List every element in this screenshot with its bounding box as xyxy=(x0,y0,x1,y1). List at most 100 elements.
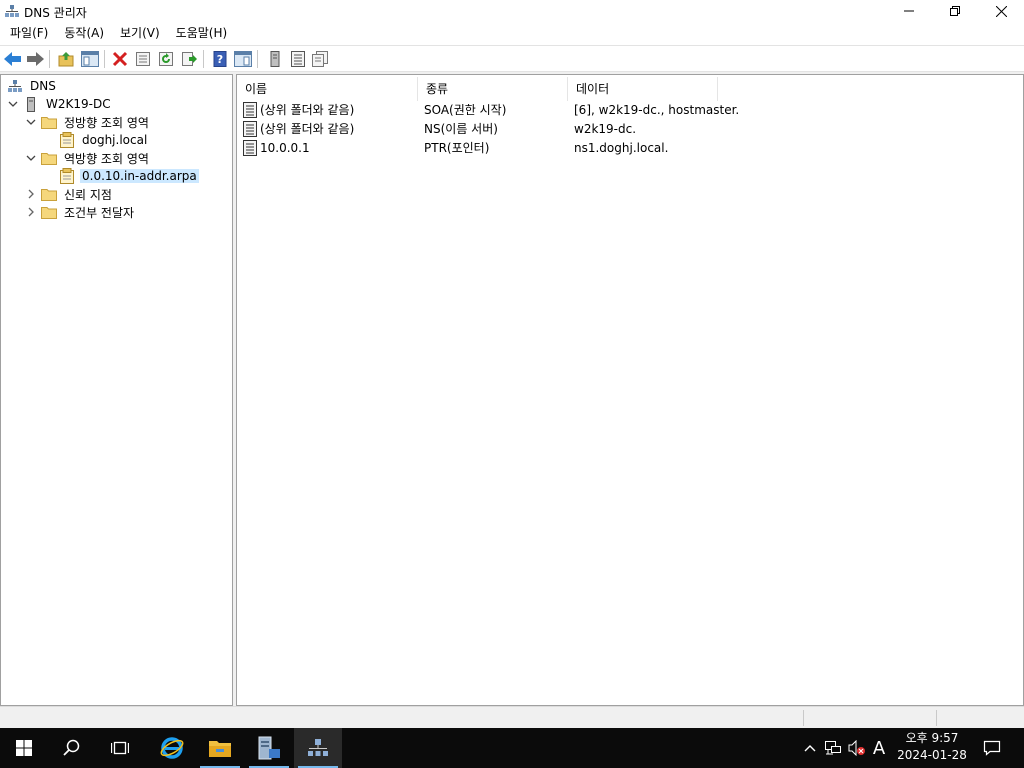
dns-icon xyxy=(7,78,23,94)
list-item[interactable]: (상위 폴더와 같음) SOA(권한 시작) [6], w2k19-dc., h… xyxy=(241,101,1021,120)
internet-explorer-button[interactable] xyxy=(148,728,196,768)
tree-item-zone-doghj-local[interactable]: doghj.local xyxy=(59,131,149,149)
show-hidden-icons-button[interactable] xyxy=(800,728,820,768)
task-view-icon xyxy=(111,741,129,755)
file-explorer-icon xyxy=(209,741,231,757)
tree-item-zone-reverse[interactable]: 0.0.10.in-addr.arpa xyxy=(59,167,199,185)
title-bar[interactable]: DNS 관리자 xyxy=(0,0,1024,22)
notification-icon xyxy=(983,740,1001,756)
minimize-icon xyxy=(904,10,914,12)
file-explorer-button[interactable] xyxy=(196,728,244,768)
start-button[interactable] xyxy=(0,728,48,768)
properties-icon xyxy=(136,52,150,66)
action-center-button[interactable] xyxy=(976,728,1008,768)
column-header-type[interactable]: 종류 xyxy=(418,77,568,101)
refresh-icon xyxy=(159,52,173,66)
internet-explorer-icon xyxy=(160,737,184,759)
menu-help[interactable]: 도움말(H) xyxy=(170,23,234,43)
status-separator xyxy=(803,710,804,726)
record-data: ns1.doghj.local. xyxy=(574,141,669,155)
status-bar xyxy=(0,706,1024,728)
back-button[interactable] xyxy=(3,50,23,68)
column-header-data[interactable]: 데이터 xyxy=(568,77,718,101)
server-button[interactable] xyxy=(265,50,285,68)
tree-item-label: DNS xyxy=(30,79,56,93)
taskbar: A 오후 9:57 2024-01-28 xyxy=(0,728,1024,768)
zone-records-icon xyxy=(291,51,305,67)
tree-item-conditional-forwarders[interactable]: 조건부 전달자 xyxy=(25,203,136,221)
minimize-button[interactable] xyxy=(886,0,932,22)
record-data: [6], w2k19-dc., hostmaster. xyxy=(574,103,740,117)
record-icon xyxy=(243,102,257,118)
chevron-down-icon[interactable] xyxy=(25,116,37,128)
show-hide-tree-icon xyxy=(81,51,99,67)
dns-manager-button[interactable] xyxy=(294,728,342,768)
menu-action[interactable]: 동작(A) xyxy=(58,23,110,43)
folder-icon xyxy=(41,186,57,202)
forward-icon xyxy=(27,52,44,66)
tree-item-label: W2K19-DC xyxy=(46,97,111,111)
network-button[interactable] xyxy=(822,728,844,768)
up-folder-button[interactable] xyxy=(56,50,76,68)
records-list-pane[interactable]: 이름 종류 데이터 (상위 폴더와 같음) SOA(권한 시작) [6], w2… xyxy=(236,74,1024,706)
tree-item-reverse-zones[interactable]: 역방향 조회 영역 xyxy=(25,149,151,167)
restore-icon xyxy=(950,6,960,16)
zone-icon xyxy=(59,132,75,148)
task-view-button[interactable] xyxy=(96,728,144,768)
record-name: (상위 폴더와 같음) xyxy=(260,103,355,117)
record-icon xyxy=(243,121,257,137)
menu-view[interactable]: 보기(V) xyxy=(114,23,166,43)
show-hide-action-pane-icon xyxy=(234,51,252,67)
volume-muted-icon xyxy=(848,740,865,756)
records-copy-button[interactable] xyxy=(310,50,330,68)
toolbar-separator xyxy=(104,50,105,68)
menu-bar: 파일(F) 동작(A) 보기(V) 도움말(H) xyxy=(0,22,1024,44)
chevron-down-icon[interactable] xyxy=(25,152,37,164)
tree-item-forward-zones[interactable]: 정방향 조회 영역 xyxy=(25,113,151,131)
clock[interactable]: 오후 9:57 2024-01-28 xyxy=(892,730,972,766)
folder-icon xyxy=(41,150,57,166)
list-item[interactable]: 10.0.0.1 PTR(포인터) ns1.doghj.local. xyxy=(241,139,1021,158)
clock-date: 2024-01-28 xyxy=(897,748,967,762)
chevron-down-icon[interactable] xyxy=(7,98,19,110)
tree-pane[interactable]: DNS W2K19-DC 정방향 조회 영역 doghj.local 역방향 조… xyxy=(0,74,233,706)
svg-text:?: ? xyxy=(217,53,223,66)
restore-button[interactable] xyxy=(932,0,978,22)
chevron-right-icon[interactable] xyxy=(25,188,37,200)
folder-icon xyxy=(41,114,57,130)
tree-item-dns[interactable]: DNS xyxy=(7,77,58,95)
properties-button[interactable] xyxy=(133,50,153,68)
toolbar-separator xyxy=(257,50,258,68)
close-button[interactable] xyxy=(978,0,1024,22)
show-hide-tree-button[interactable] xyxy=(80,50,100,68)
delete-icon xyxy=(112,51,128,67)
refresh-button[interactable] xyxy=(156,50,176,68)
volume-button[interactable] xyxy=(846,728,868,768)
tree-item-label: 신뢰 지점 xyxy=(64,187,112,202)
zone-records-button[interactable] xyxy=(288,50,308,68)
record-name: (상위 폴더와 같음) xyxy=(260,122,355,136)
forward-button[interactable] xyxy=(25,50,45,68)
help-icon: ? xyxy=(213,51,227,67)
export-list-button[interactable] xyxy=(179,50,199,68)
network-icon xyxy=(825,741,841,755)
column-header-name[interactable]: 이름 xyxy=(237,77,418,101)
server-manager-button[interactable] xyxy=(245,728,293,768)
list-item[interactable]: (상위 폴더와 같음) NS(이름 서버) w2k19-dc. xyxy=(241,120,1021,139)
search-button[interactable] xyxy=(48,728,96,768)
help-button[interactable]: ? xyxy=(210,50,230,68)
toolbar: ? xyxy=(0,45,1024,72)
menu-file[interactable]: 파일(F) xyxy=(4,23,54,43)
status-separator xyxy=(936,710,937,726)
clock-time: 오후 9:57 xyxy=(905,731,959,745)
close-icon xyxy=(995,5,1007,17)
input-method-indicator[interactable]: A xyxy=(868,728,890,768)
tree-item-label: 정방향 조회 영역 xyxy=(64,115,149,130)
record-type: NS(이름 서버) xyxy=(424,122,498,136)
toolbar-separator xyxy=(49,50,50,68)
tree-item-trust-points[interactable]: 신뢰 지점 xyxy=(25,185,114,203)
show-hide-action-pane-button[interactable] xyxy=(233,50,253,68)
chevron-right-icon[interactable] xyxy=(25,206,37,218)
delete-button[interactable] xyxy=(110,50,130,68)
tree-item-server[interactable]: W2K19-DC xyxy=(7,95,113,113)
